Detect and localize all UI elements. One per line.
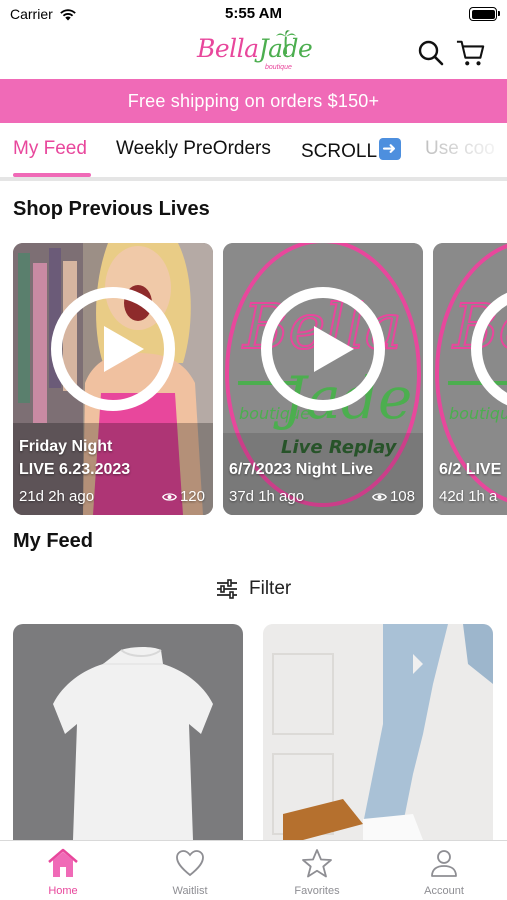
previous-lives-carousel[interactable]: Friday Night LIVE 6.23.2023 21d 2h ago 1…: [13, 243, 507, 515]
category-tabs: My Feed Weekly PreOrders SCROLL Use coo: [0, 123, 507, 181]
search-icon: [418, 40, 444, 66]
search-button[interactable]: [416, 38, 446, 68]
live-title-line2: LIVE 6.23.2023: [19, 461, 131, 478]
live-card[interactable]: Bella boutique 6/2 LIVE 42d 1h a: [433, 243, 507, 515]
cart-button[interactable]: [456, 38, 486, 68]
bottom-tab-bar: Home Waitlist Favorites Account: [0, 840, 507, 900]
eye-icon: [162, 492, 177, 501]
bottom-tab-home[interactable]: Home: [13, 847, 113, 897]
star-icon: [302, 849, 332, 878]
bottom-tab-label: Account: [424, 885, 464, 897]
bottom-tab-waitlist[interactable]: Waitlist: [140, 847, 240, 897]
section-title-my-feed: My Feed: [13, 530, 94, 552]
promo-banner[interactable]: Free shipping on orders $150+: [0, 79, 507, 123]
heart-icon: [176, 850, 204, 877]
play-icon: [51, 287, 175, 411]
tab-my-feed[interactable]: My Feed: [13, 138, 87, 177]
product-card[interactable]: [13, 624, 243, 840]
live-title-line1: Friday Night: [19, 438, 113, 455]
sliders-icon: [217, 579, 237, 599]
live-time-ago: 42d 1h a: [439, 488, 498, 505]
battery-icon: [469, 7, 500, 21]
tab-weekly-preorders[interactable]: Weekly PreOrders: [116, 138, 271, 177]
live-view-count: 108: [372, 488, 415, 505]
live-card[interactable]: Friday Night LIVE 6.23.2023 21d 2h ago 1…: [13, 243, 213, 515]
person-icon: [431, 850, 457, 877]
right-arrow-icon: [379, 138, 402, 160]
tab-scroll[interactable]: SCROLL: [301, 138, 402, 177]
svg-text:boutique: boutique: [449, 404, 507, 423]
home-icon: [48, 848, 78, 877]
palm-tree-icon: [276, 30, 296, 54]
bottom-tab-favorites[interactable]: Favorites: [267, 847, 367, 897]
live-title-line2: 6/7/2023 Night Live: [229, 461, 374, 478]
product-image: [263, 624, 493, 840]
filter-button[interactable]: Filter: [215, 576, 291, 602]
live-time-ago: 21d 2h ago: [19, 488, 95, 505]
live-title-line2: 6/2 LIVE: [439, 461, 502, 478]
play-icon: [261, 287, 385, 411]
app-header: BellaJade boutique: [0, 28, 507, 78]
tab-use-code[interactable]: Use coo: [425, 138, 495, 177]
filter-label: Filter: [249, 578, 292, 599]
status-bar: Carrier 5:55 AM: [0, 0, 507, 28]
cart-icon: [456, 40, 485, 66]
promo-banner-text: Free shipping on orders $150+: [127, 90, 380, 111]
live-view-count: 120: [162, 488, 205, 505]
bottom-tab-label: Home: [48, 885, 78, 897]
status-time: 5:55 AM: [225, 5, 282, 22]
product-image: [13, 624, 243, 840]
logo-subtext: boutique: [265, 64, 292, 71]
brand-logo[interactable]: BellaJade boutique: [197, 30, 313, 74]
product-card[interactable]: [263, 624, 493, 840]
bottom-tab-label: Favorites: [294, 885, 340, 897]
active-tab-indicator: [13, 173, 91, 177]
eye-icon: [372, 492, 387, 501]
svg-text:boutique: boutique: [239, 404, 310, 423]
live-time-ago: 37d 1h ago: [229, 488, 305, 505]
bottom-tab-label: Waitlist: [172, 885, 208, 897]
logo-text-pink: Bella: [197, 34, 259, 63]
live-card[interactable]: Bella Jade boutique Live Replay 6/7/2023…: [223, 243, 423, 515]
bottom-tab-account[interactable]: Account: [394, 847, 494, 897]
section-title-previous-lives: Shop Previous Lives: [13, 198, 210, 220]
